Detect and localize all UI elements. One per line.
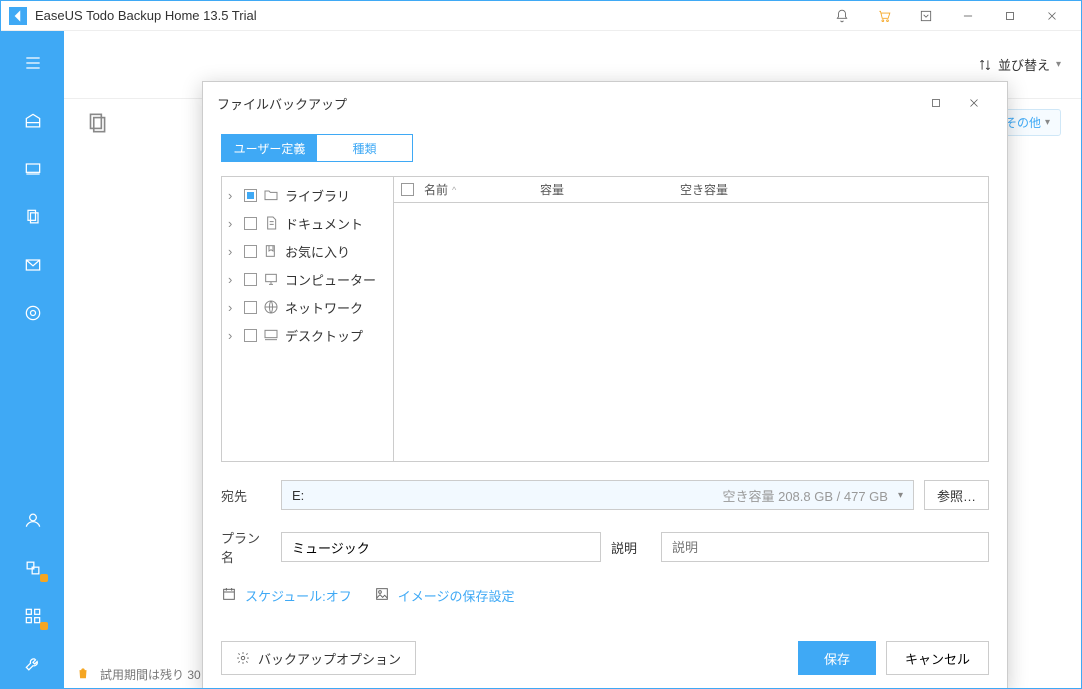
- disk-backup-icon[interactable]: [1, 97, 64, 145]
- backup-options-label: バックアップオプション: [258, 649, 401, 668]
- tree-node[interactable]: › ライブラリ: [222, 181, 393, 209]
- shopping-bag-icon: [76, 666, 90, 683]
- plan-label: プラン名: [221, 528, 271, 566]
- gear-icon: [236, 651, 250, 665]
- window-maximize-icon[interactable]: [989, 1, 1031, 31]
- caret-down-icon: ▾: [1056, 59, 1061, 70]
- tree-node[interactable]: › コンピューター: [222, 265, 393, 293]
- tree-label: ドキュメント: [285, 214, 363, 233]
- tree-checkbox[interactable]: [244, 273, 257, 286]
- window-close-icon[interactable]: [1031, 1, 1073, 31]
- hamburger-icon[interactable]: [1, 39, 64, 87]
- cancel-button[interactable]: キャンセル: [886, 641, 989, 675]
- other-label: その他: [1005, 114, 1041, 131]
- dest-path: E:: [292, 488, 304, 503]
- description-input[interactable]: [661, 532, 989, 562]
- desc-label: 説明: [611, 538, 651, 557]
- dest-label: 宛先: [221, 486, 271, 505]
- tab-user-defined[interactable]: ユーザー定義: [222, 135, 317, 161]
- sort-button[interactable]: 並び替え ▾: [978, 55, 1061, 74]
- system-backup-icon[interactable]: [1, 145, 64, 193]
- dialog-close-icon[interactable]: [955, 82, 993, 124]
- tree-checkbox[interactable]: [244, 217, 257, 230]
- tree-label: ネットワーク: [285, 298, 363, 317]
- col-name[interactable]: 名前: [424, 181, 448, 198]
- tree-checkbox[interactable]: [244, 301, 257, 314]
- select-all-checkbox[interactable]: [401, 183, 414, 196]
- schedule-label: スケジュール:オフ: [245, 586, 352, 605]
- smart-backup-icon[interactable]: [1, 289, 64, 337]
- fav-icon: [263, 243, 279, 259]
- cart-icon[interactable]: [863, 1, 905, 31]
- tree-node[interactable]: › ネットワーク: [222, 293, 393, 321]
- tree-label: コンピューター: [285, 270, 376, 289]
- tree-node[interactable]: › デスクトップ: [222, 321, 393, 349]
- chevron-right-icon[interactable]: ›: [228, 216, 238, 231]
- caret-down-icon: ▾: [1045, 117, 1050, 128]
- tree-checkbox[interactable]: [244, 245, 257, 258]
- account-icon[interactable]: [1, 496, 64, 544]
- browse-button[interactable]: 参照…: [924, 480, 989, 510]
- tree-checkbox[interactable]: [244, 329, 257, 342]
- tree-label: ライブラリ: [285, 186, 350, 205]
- pc-icon: [263, 271, 279, 287]
- dialog-title: ファイルバックアップ: [217, 94, 347, 113]
- folder-icon: [263, 187, 279, 203]
- chevron-right-icon[interactable]: ›: [228, 328, 238, 343]
- col-size[interactable]: 容量: [540, 181, 680, 198]
- doc-icon: [263, 215, 279, 231]
- tree-label: お気に入り: [285, 242, 350, 261]
- clone-icon[interactable]: [1, 544, 64, 592]
- net-icon: [263, 299, 279, 315]
- app-logo: [9, 7, 27, 25]
- image-settings-link[interactable]: イメージの保存設定: [374, 586, 515, 605]
- tab-file-type[interactable]: 種類: [317, 135, 412, 161]
- chevron-right-icon[interactable]: ›: [228, 188, 238, 203]
- col-free[interactable]: 空き容量: [680, 181, 988, 198]
- schedule-link[interactable]: スケジュール:オフ: [221, 586, 352, 605]
- chevron-right-icon[interactable]: ›: [228, 300, 238, 315]
- bell-icon[interactable]: [821, 1, 863, 31]
- window-minimize-icon[interactable]: [947, 1, 989, 31]
- chevron-right-icon[interactable]: ›: [228, 272, 238, 287]
- source-tabs: ユーザー定義 種類: [221, 134, 413, 162]
- copy-icon: [84, 110, 110, 136]
- window-title: EaseUS Todo Backup Home 13.5 Trial: [35, 8, 257, 23]
- desk-icon: [263, 327, 279, 343]
- wrench-icon[interactable]: [1, 640, 64, 688]
- file-backup-icon[interactable]: [1, 193, 64, 241]
- plan-name-input[interactable]: [281, 532, 601, 562]
- calendar-icon: [221, 586, 237, 605]
- tree-checkbox[interactable]: [244, 189, 257, 202]
- image-settings-label: イメージの保存設定: [398, 586, 515, 605]
- menu-down-icon[interactable]: [905, 1, 947, 31]
- sort-label: 並び替え: [998, 55, 1050, 74]
- chevron-right-icon[interactable]: ›: [228, 244, 238, 259]
- destination-field[interactable]: E: 空き容量 208.8 GB / 477 GB ▾: [281, 480, 914, 510]
- file-list-area: [394, 203, 988, 461]
- dialog-maximize-icon[interactable]: [917, 82, 955, 124]
- sidebar: [1, 31, 64, 688]
- source-tree[interactable]: › ライブラリ › ドキュメント › お気に入り › コンピューター › ネットワーク › デスクトッ…: [222, 177, 394, 461]
- tree-node[interactable]: › ドキュメント: [222, 209, 393, 237]
- backup-options-button[interactable]: バックアップオプション: [221, 641, 416, 675]
- tools-icon[interactable]: [1, 592, 64, 640]
- caret-down-icon: ▾: [898, 490, 903, 501]
- save-button[interactable]: 保存: [798, 641, 876, 675]
- mail-backup-icon[interactable]: [1, 241, 64, 289]
- dest-free-text: 空き容量 208.8 GB / 477 GB: [722, 486, 887, 505]
- image-icon: [374, 586, 390, 605]
- tree-label: デスクトップ: [285, 326, 363, 345]
- tree-node[interactable]: › お気に入り: [222, 237, 393, 265]
- file-backup-dialog: ファイルバックアップ ユーザー定義 種類 › ライブラリ › ドキュメント › お気に入り…: [202, 81, 1008, 689]
